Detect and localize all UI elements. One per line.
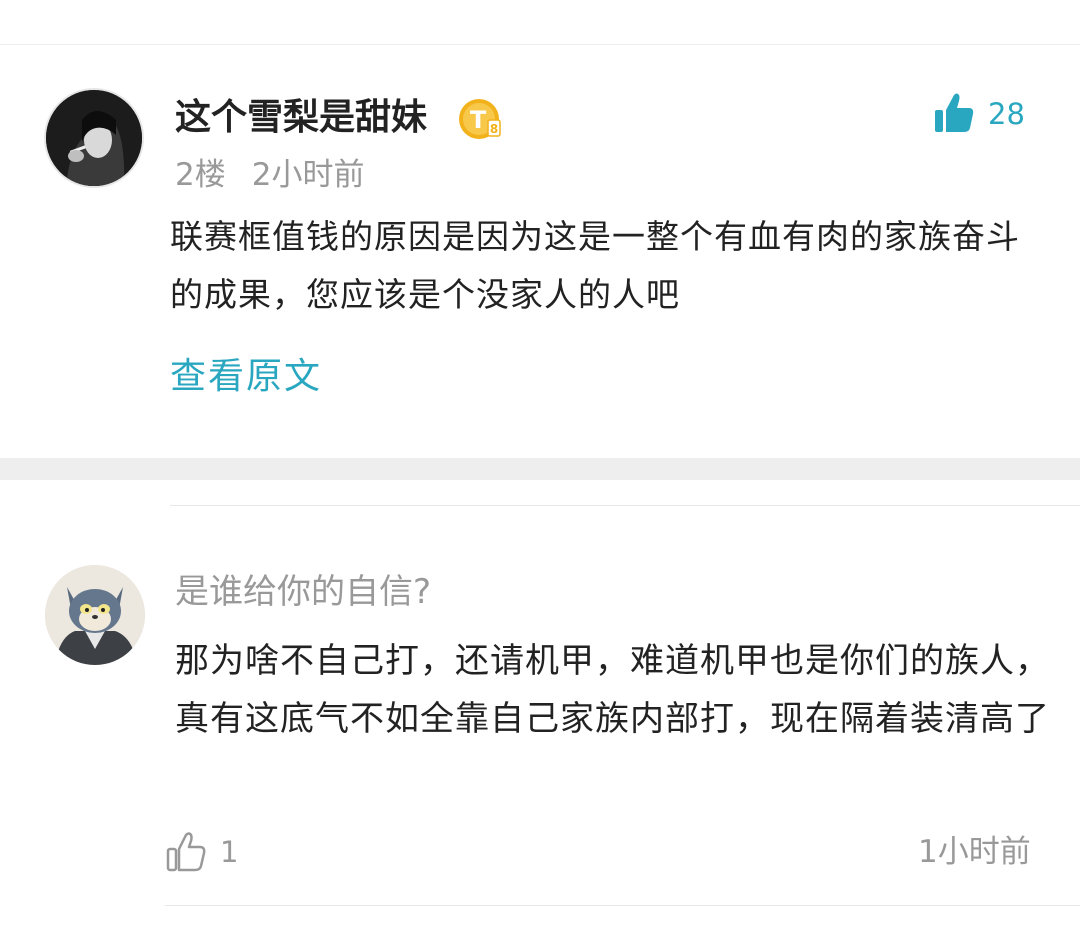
top-divider xyxy=(0,44,1080,45)
avatar-portrait-icon xyxy=(46,90,142,186)
section-separator xyxy=(0,458,1080,480)
reply-like-button[interactable] xyxy=(165,830,207,874)
floor-label: 2楼 xyxy=(175,157,226,193)
username[interactable]: 这个雪梨是甜妹 xyxy=(175,94,427,142)
reply-timestamp: 1小时前 xyxy=(918,834,1031,870)
comment-content: 联赛框值钱的原因是因为这是一整个有血有肉的家族奋斗的成果，您应该是个没家人的人吧 xyxy=(170,217,1020,314)
thumbs-up-icon xyxy=(935,93,974,132)
avatar-cat-icon xyxy=(45,565,145,665)
user-avatar[interactable] xyxy=(44,88,144,188)
timestamp: 2小时前 xyxy=(251,157,365,193)
thumbs-up-outline-icon xyxy=(166,832,206,872)
reply-divider xyxy=(170,505,1080,506)
quoted-comment: 是谁给你的自信? xyxy=(175,572,432,612)
badge-letter: T xyxy=(470,106,487,134)
badge-level: 8 xyxy=(490,122,498,136)
reply-like-count: 1 xyxy=(220,835,239,869)
like-button[interactable] xyxy=(932,90,976,138)
comment-meta: 2楼 2小时前 xyxy=(175,154,364,196)
bottom-divider xyxy=(165,905,1080,906)
reply-content: 那为啥不自己打，还请机甲，难道机甲也是你们的族人，真有这底气不如全靠自己家族内部… xyxy=(175,641,1050,739)
like-count: 28 xyxy=(988,97,1025,131)
replier-avatar[interactable] xyxy=(45,565,145,665)
view-original-link[interactable]: 查看原文 xyxy=(170,352,322,402)
level-badge-icon: T 8 xyxy=(458,98,502,140)
